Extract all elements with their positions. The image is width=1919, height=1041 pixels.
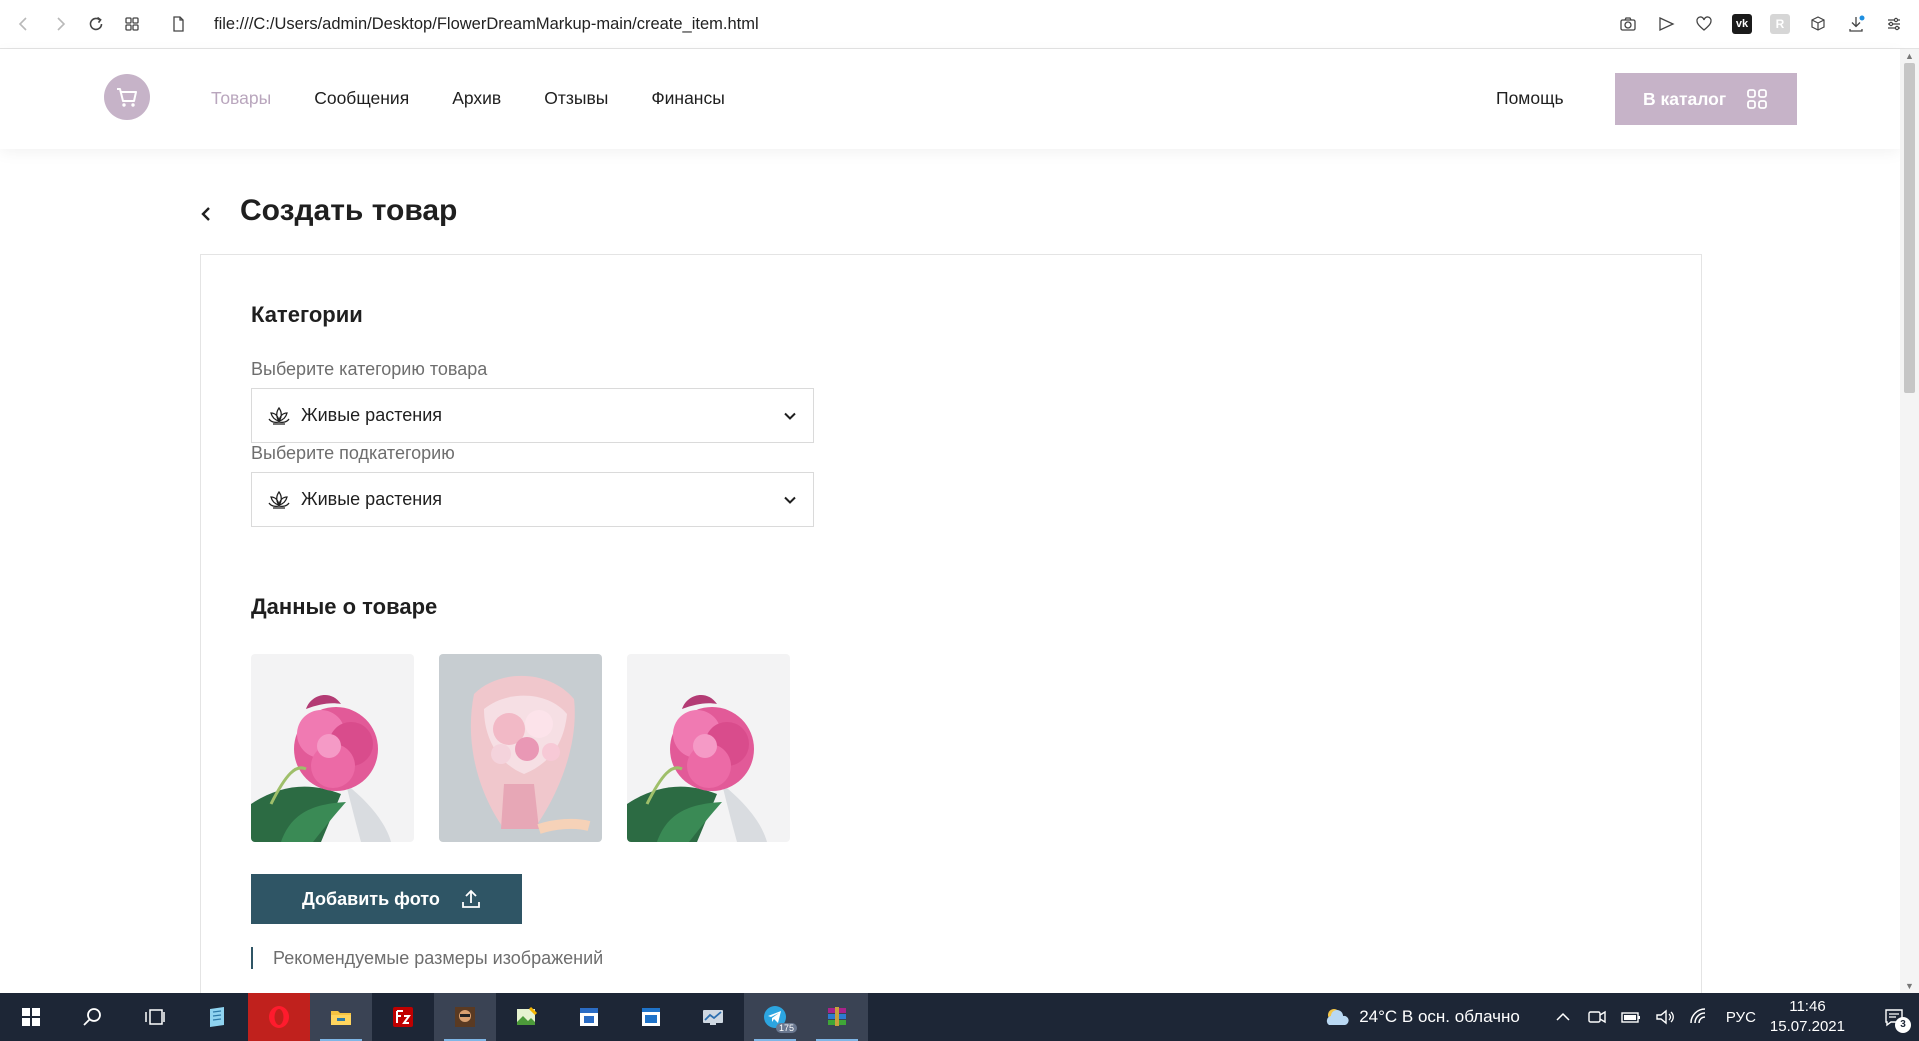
nav-item-archive[interactable]: Архив (452, 88, 501, 109)
product-photo-peony[interactable] (251, 654, 414, 842)
weather-widget[interactable]: 24°C В осн. облачно (1323, 1006, 1520, 1028)
subcategory-label: Выберите подкатегорию (251, 443, 455, 463)
lotus-icon (268, 406, 290, 425)
catalog-button-label: В каталог (1643, 88, 1727, 109)
page-scrollbar[interactable]: ▲ ▼ (1900, 49, 1919, 993)
file-icon (160, 6, 196, 42)
page-title: Создать товар (240, 194, 458, 227)
nav-item-reviews[interactable]: Отзывы (544, 88, 608, 109)
system-tray: 24°C В осн. облачно РУС 11:46 15.07.2021… (1323, 993, 1919, 1041)
upload-icon (461, 889, 480, 908)
nav-item-messages[interactable]: Сообщения (314, 88, 409, 109)
add-photo-button[interactable]: Добавить фото (251, 874, 522, 924)
heart-icon[interactable] (1687, 6, 1721, 42)
system-clock[interactable]: 11:46 15.07.2021 (1770, 997, 1845, 1037)
cube-icon[interactable] (1801, 6, 1835, 42)
word-doc-icon[interactable] (558, 993, 620, 1041)
add-photo-label: Добавить фото (302, 888, 440, 909)
categories-title: Категории (251, 302, 363, 327)
windows-start-icon[interactable] (0, 993, 62, 1041)
notepad-app-icon[interactable] (186, 993, 248, 1041)
reload-icon[interactable] (78, 6, 114, 42)
product-data-title: Данные о товаре (251, 594, 438, 619)
catalog-button[interactable]: В каталог (1615, 73, 1797, 125)
task-view-icon[interactable] (124, 993, 186, 1041)
notification-center-icon[interactable]: 3 (1869, 993, 1919, 1041)
address-bar[interactable]: file:///C:/Users/admin/Desktop/FlowerDre… (214, 15, 759, 34)
telegram-icon[interactable]: 175 (744, 993, 806, 1041)
archiver-icon[interactable] (806, 993, 868, 1041)
telegram-badge: 175 (776, 1023, 798, 1033)
create-item-form: Категории Выберите категорию товара Живы… (200, 254, 1702, 1014)
wifi-icon[interactable] (1688, 1006, 1710, 1028)
scroll-down-icon[interactable]: ▼ (1904, 981, 1915, 991)
vk-extension-icon[interactable]: vk (1725, 6, 1759, 42)
product-photo-peony[interactable] (627, 654, 790, 842)
easy-setup-icon[interactable] (1877, 6, 1911, 42)
speed-dial-icon[interactable] (114, 6, 150, 42)
image-size-hint: Рекомендуемые размеры изображений (251, 947, 603, 969)
category-label: Выберите категорию товара (251, 359, 488, 379)
product-photo-bouquet[interactable] (439, 654, 602, 842)
category-select[interactable]: Живые растения (251, 388, 814, 443)
weather-text: 24°C В осн. облачно (1359, 1007, 1520, 1026)
lotus-icon (268, 490, 290, 509)
window-app-icon[interactable] (620, 993, 682, 1041)
chevron-up-icon[interactable] (1552, 1006, 1574, 1028)
cart-logo-icon[interactable] (104, 74, 150, 120)
search-icon[interactable] (62, 993, 124, 1041)
back-nav-icon[interactable] (6, 6, 42, 42)
grid-icon (1747, 89, 1768, 109)
input-language[interactable]: РУС (1726, 1009, 1756, 1026)
chevron-down-icon (784, 412, 796, 420)
subcategory-value: Живые растения (301, 489, 443, 509)
chevron-down-icon (784, 496, 796, 504)
forward-nav-icon[interactable] (42, 6, 78, 42)
category-value: Живые растения (301, 405, 443, 425)
cloud-icon (1327, 1009, 1349, 1025)
subcategory-select[interactable]: Живые растения (251, 472, 814, 527)
back-arrow-icon[interactable] (198, 204, 214, 224)
clock-time: 11:46 (1789, 998, 1826, 1015)
nav-item-goods[interactable]: Товары (211, 88, 271, 109)
browser-toolbar: file:///C:/Users/admin/Desktop/FlowerDre… (0, 0, 1919, 49)
site-header: Товары Сообщения Архив Отзывы Финансы По… (0, 49, 1900, 149)
scroll-thumb[interactable] (1904, 63, 1915, 393)
camera-icon[interactable] (1611, 6, 1645, 42)
help-link[interactable]: Помощь (1496, 88, 1564, 109)
opera-browser-icon[interactable] (248, 993, 310, 1041)
game-app-icon[interactable] (434, 993, 496, 1041)
scroll-up-icon[interactable]: ▲ (1904, 51, 1915, 61)
file-explorer-icon[interactable] (310, 993, 372, 1041)
meet-now-icon[interactable] (1586, 1006, 1608, 1028)
send-icon[interactable] (1649, 6, 1683, 42)
filezilla-icon[interactable] (372, 993, 434, 1041)
download-icon[interactable] (1839, 6, 1873, 42)
battery-icon[interactable] (1620, 1006, 1642, 1028)
taskbar: 175 24°C В осн. облачно РУС 11:46 15.07.… (0, 993, 1919, 1041)
main-nav: Товары Сообщения Архив Отзывы Финансы (211, 88, 725, 109)
image-editor-icon[interactable] (496, 993, 558, 1041)
nav-item-finance[interactable]: Финансы (651, 88, 724, 109)
volume-icon[interactable] (1654, 1006, 1676, 1028)
notification-count: 3 (1895, 1017, 1911, 1033)
r-extension-icon[interactable]: R (1763, 6, 1797, 42)
display-settings-icon[interactable] (682, 993, 744, 1041)
clock-date: 15.07.2021 (1769, 1018, 1845, 1035)
